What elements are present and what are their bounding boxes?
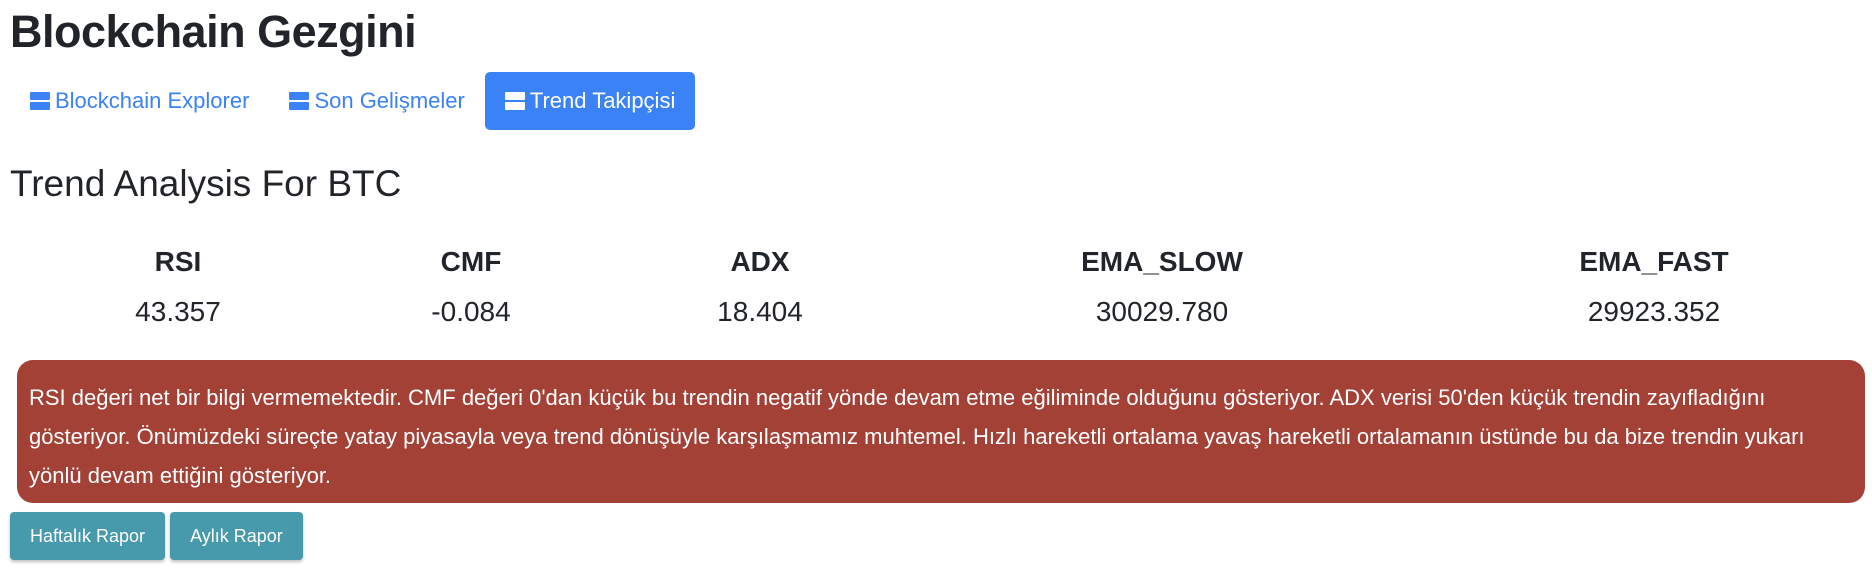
tab-label: Son Gelişmeler: [314, 88, 465, 113]
metric-adx: ADX 18.404: [640, 240, 880, 334]
metric-label: ADX: [730, 246, 790, 277]
page: Blockchain Gezgini Blockchain Explorer S…: [0, 0, 1872, 572]
metric-value: 30029.780: [1095, 296, 1229, 327]
metric-label: RSI: [154, 246, 202, 277]
tab-blockchain-explorer[interactable]: Blockchain Explorer: [10, 72, 269, 130]
metric-cmf: CMF -0.084: [351, 240, 591, 334]
app-title: Blockchain Gezgini: [10, 6, 417, 57]
metric-value: 18.404: [717, 296, 803, 327]
nav-tabs: Blockchain Explorer Son Gelişmeler Trend…: [10, 72, 696, 130]
metric-value: -0.084: [431, 296, 511, 327]
metric-ema-slow: EMA_SLOW 30029.780: [1042, 240, 1282, 334]
server-icon: [289, 92, 310, 110]
report-buttons: Haftalık Rapor Aylık Rapor: [10, 512, 308, 560]
metric-value: 29923.352: [1587, 296, 1721, 327]
tab-label: Trend Takipçisi: [529, 88, 676, 113]
weekly-report-button[interactable]: Haftalık Rapor: [10, 512, 166, 560]
server-icon: [504, 92, 525, 110]
metric-label: EMA_FAST: [1579, 246, 1729, 277]
metric-ema-fast: EMA_FAST 29923.352: [1534, 240, 1774, 334]
metric-label: EMA_SLOW: [1081, 246, 1243, 277]
tab-trend-takipcisi[interactable]: Trend Takipçisi: [484, 72, 696, 130]
metric-rsi: RSI 43.357: [58, 240, 298, 334]
metric-value: 43.357: [135, 296, 221, 327]
server-icon: [30, 92, 50, 110]
analysis-title: Trend Analysis For BTC: [10, 163, 402, 204]
trend-summary-alert: RSI değeri net bir bilgi vermemektedir. …: [17, 360, 1865, 503]
monthly-report-button[interactable]: Aylık Rapor: [170, 512, 303, 560]
tab-son-gelismeler[interactable]: Son Gelişmeler: [269, 72, 484, 130]
tab-label: Blockchain Explorer: [55, 88, 250, 113]
metric-label: CMF: [440, 246, 502, 277]
